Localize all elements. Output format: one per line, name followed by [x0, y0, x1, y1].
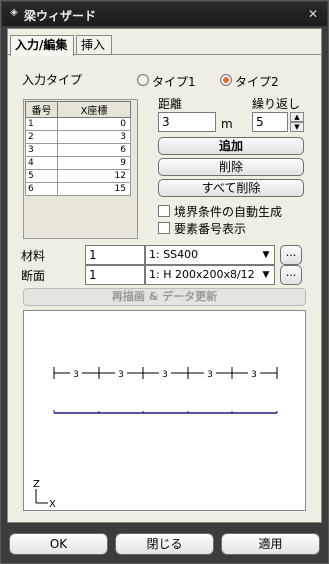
type1-label[interactable]: タイプ1: [152, 73, 196, 90]
ok-button[interactable]: OK: [9, 533, 108, 555]
axis-indicator: Z X: [33, 479, 56, 510]
type1-radio[interactable]: [137, 74, 149, 86]
section-more-button[interactable]: ...: [280, 265, 302, 285]
row-x[interactable]: 3: [57, 130, 131, 144]
beam-preview: 3 3 3 3 3 Z X: [33, 367, 278, 510]
dimension-line: 3 3 3 3 3: [53, 367, 278, 380]
row-x[interactable]: 6: [57, 143, 131, 157]
material-select[interactable]: 1: SS400 ▼: [145, 245, 275, 265]
repeat-input[interactable]: 5: [252, 112, 288, 132]
table-row[interactable]: 23: [25, 130, 131, 144]
tab-input-edit[interactable]: 入力/編集: [10, 35, 74, 56]
section-select-value: 1: H 200x200x8/12: [149, 268, 255, 281]
row-x[interactable]: 9: [57, 156, 131, 170]
coordinate-grid[interactable]: 番号 X座標 10 23 36 49 5 12 6 15: [23, 99, 138, 239]
repeat-stepper[interactable]: ▲ ▼: [290, 112, 304, 132]
type2-radio[interactable]: [220, 74, 232, 86]
close-button[interactable]: 閉じる: [115, 533, 214, 555]
show-element-no-label[interactable]: 要素番号表示: [174, 220, 246, 237]
beam-line: [53, 410, 278, 414]
section-label: 断面: [21, 269, 46, 283]
coordinate-table: 番号 X座標 10 23 36 49 5 12 6 15: [25, 101, 131, 196]
material-more-button[interactable]: ...: [280, 245, 302, 265]
table-row[interactable]: 6 15: [25, 182, 131, 196]
chevron-down-icon[interactable]: ▼: [258, 246, 274, 264]
span-label: 3: [207, 370, 213, 380]
distance-unit: m: [221, 117, 233, 131]
distance-input[interactable]: 3: [158, 112, 216, 132]
window-title: 梁ウィザード: [24, 9, 97, 23]
auto-boundary-label[interactable]: 境界条件の自動生成: [174, 203, 282, 220]
row-x[interactable]: 12: [57, 169, 131, 183]
delete-button[interactable]: 削除: [158, 158, 304, 176]
input-type-label: 入力タイプ: [22, 73, 83, 87]
row-no: 3: [25, 143, 58, 157]
show-element-no-checkbox[interactable]: [158, 222, 170, 234]
material-select-value: 1: SS400: [149, 248, 199, 261]
apply-button[interactable]: 適用: [221, 533, 320, 555]
redraw-update-button[interactable]: 再描画 & データ更新: [23, 288, 306, 306]
type2-label[interactable]: タイプ2: [235, 73, 279, 90]
section-select[interactable]: 1: H 200x200x8/12 ▼: [145, 265, 275, 285]
tab-insert[interactable]: 挿入: [76, 35, 112, 55]
row-x[interactable]: 15: [57, 182, 131, 196]
header-no[interactable]: 番号: [25, 101, 58, 118]
table-row[interactable]: 49: [25, 156, 131, 170]
row-no: 5: [25, 169, 58, 183]
delete-all-button[interactable]: すべて削除: [158, 179, 304, 197]
row-no: 6: [25, 182, 58, 196]
axis-x-label: X: [49, 499, 56, 510]
auto-boundary-checkbox[interactable]: [158, 205, 170, 217]
span-label: 3: [251, 370, 257, 380]
main-panel: 入力/編集 挿入 入力タイプ タイプ1 タイプ2 番号 X座標 10 23 36…: [7, 28, 322, 523]
table-row[interactable]: 10: [25, 117, 131, 131]
header-x[interactable]: X座標: [57, 101, 131, 118]
beam-wizard-window: ◈ 梁ウィザード ✕ 入力/編集 挿入 入力タイプ タイプ1 タイプ2 番号 X…: [0, 0, 329, 564]
row-x[interactable]: 0: [57, 117, 131, 131]
span-label: 3: [162, 370, 168, 380]
spin-up-icon[interactable]: ▲: [290, 112, 304, 122]
collapse-icon[interactable]: ◈: [8, 7, 20, 19]
close-icon[interactable]: ✕: [303, 5, 323, 23]
section-no-input[interactable]: 1: [85, 265, 145, 285]
row-no: 1: [25, 117, 58, 131]
chevron-down-icon[interactable]: ▼: [258, 266, 274, 284]
table-row[interactable]: 5 12: [25, 169, 131, 183]
add-button[interactable]: 追加: [158, 137, 304, 155]
material-no-input[interactable]: 1: [85, 245, 145, 265]
span-label: 3: [118, 370, 124, 380]
repeat-label: 繰り返し: [252, 97, 301, 111]
spin-down-icon[interactable]: ▼: [290, 122, 304, 132]
span-label: 3: [73, 370, 79, 380]
axis-z-label: Z: [33, 479, 40, 490]
row-no: 2: [25, 130, 58, 144]
distance-label: 距離: [158, 97, 183, 111]
row-no: 4: [25, 156, 58, 170]
title-bar[interactable]: ◈ 梁ウィザード ✕: [2, 2, 327, 26]
material-label: 材料: [21, 249, 46, 263]
table-row[interactable]: 36: [25, 143, 131, 157]
preview-canvas[interactable]: 3 3 3 3 3 Z X: [23, 310, 306, 511]
